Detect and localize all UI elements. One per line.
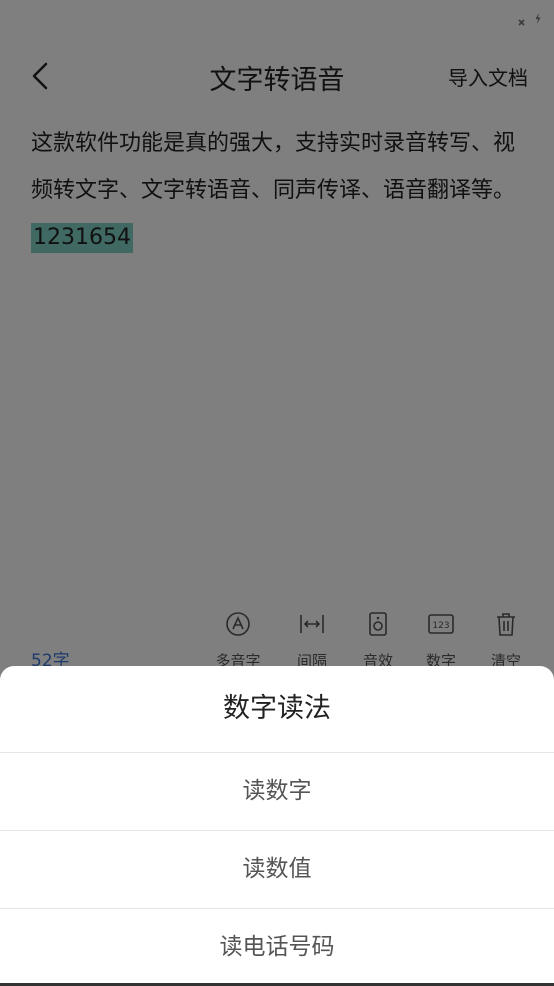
option-read-digits[interactable]: 读数字 — [0, 753, 554, 831]
option-read-phone-number[interactable]: 读电话号码 — [0, 909, 554, 986]
number-reading-sheet: 数字读法 读数字 读数值 读电话号码 — [0, 666, 554, 986]
option-read-value[interactable]: 读数值 — [0, 831, 554, 909]
sheet-title: 数字读法 — [0, 666, 554, 753]
screen: 8:29 文字转语音 导入文档 这款软件功能是真的强大，支 — [0, 0, 554, 986]
